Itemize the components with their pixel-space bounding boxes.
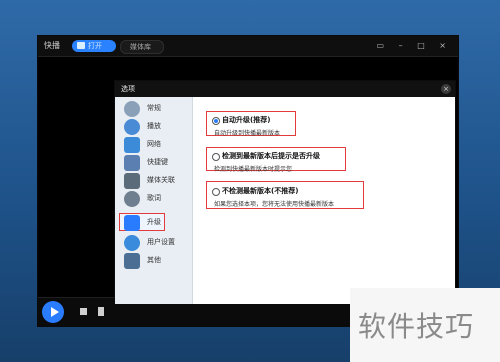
folder-icon: [77, 42, 85, 49]
watermark-text: 软件技巧: [358, 310, 475, 343]
dialog-title: 选项: [121, 85, 135, 93]
sidebar-item-upgrade[interactable]: 升级: [115, 213, 192, 232]
upgrade-icon: [124, 215, 140, 231]
dialog-titlebar: 选项 ×: [115, 81, 455, 97]
other-icon: [124, 253, 140, 269]
window-controls[interactable]: ▭ – □ ×: [377, 41, 452, 50]
stop-button[interactable]: [80, 308, 87, 315]
lyrics-icon: [124, 191, 140, 207]
radio-checked[interactable]: [212, 117, 220, 125]
media-link-icon: [124, 173, 140, 189]
network-icon: [124, 137, 140, 153]
play-button[interactable]: [42, 301, 64, 323]
radio-unchecked[interactable]: [212, 153, 220, 161]
play-icon: [124, 119, 140, 135]
options-dialog: 选项 × 常规 播放 网络 快捷键 媒体关联 歌词 升级 用户设置 其他 自动升…: [114, 80, 456, 305]
volume-icon[interactable]: [98, 307, 104, 316]
tab-media-label: 媒体库: [130, 43, 151, 51]
close-icon[interactable]: ×: [441, 84, 451, 94]
upgrade-options: 自动升级(推荐) 自动升级到快播最新版本 检测到最新版本后提示是否升级 检测到快…: [192, 97, 455, 304]
app-name: 快播: [44, 41, 60, 50]
user-icon: [124, 235, 140, 251]
keyboard-icon: [124, 155, 140, 171]
tab-open-label: 打开: [88, 42, 102, 50]
radio-unchecked[interactable]: [212, 188, 220, 196]
options-sidebar: 常规 播放 网络 快捷键 媒体关联 歌词 升级 用户设置 其他: [115, 97, 193, 304]
tab-open[interactable]: 打开: [72, 40, 116, 52]
gear-icon: [124, 101, 140, 117]
player-titlebar: 快播 打开 媒体库 ▭ – □ ×: [38, 36, 458, 57]
tab-media-library[interactable]: 媒体库: [120, 40, 164, 54]
